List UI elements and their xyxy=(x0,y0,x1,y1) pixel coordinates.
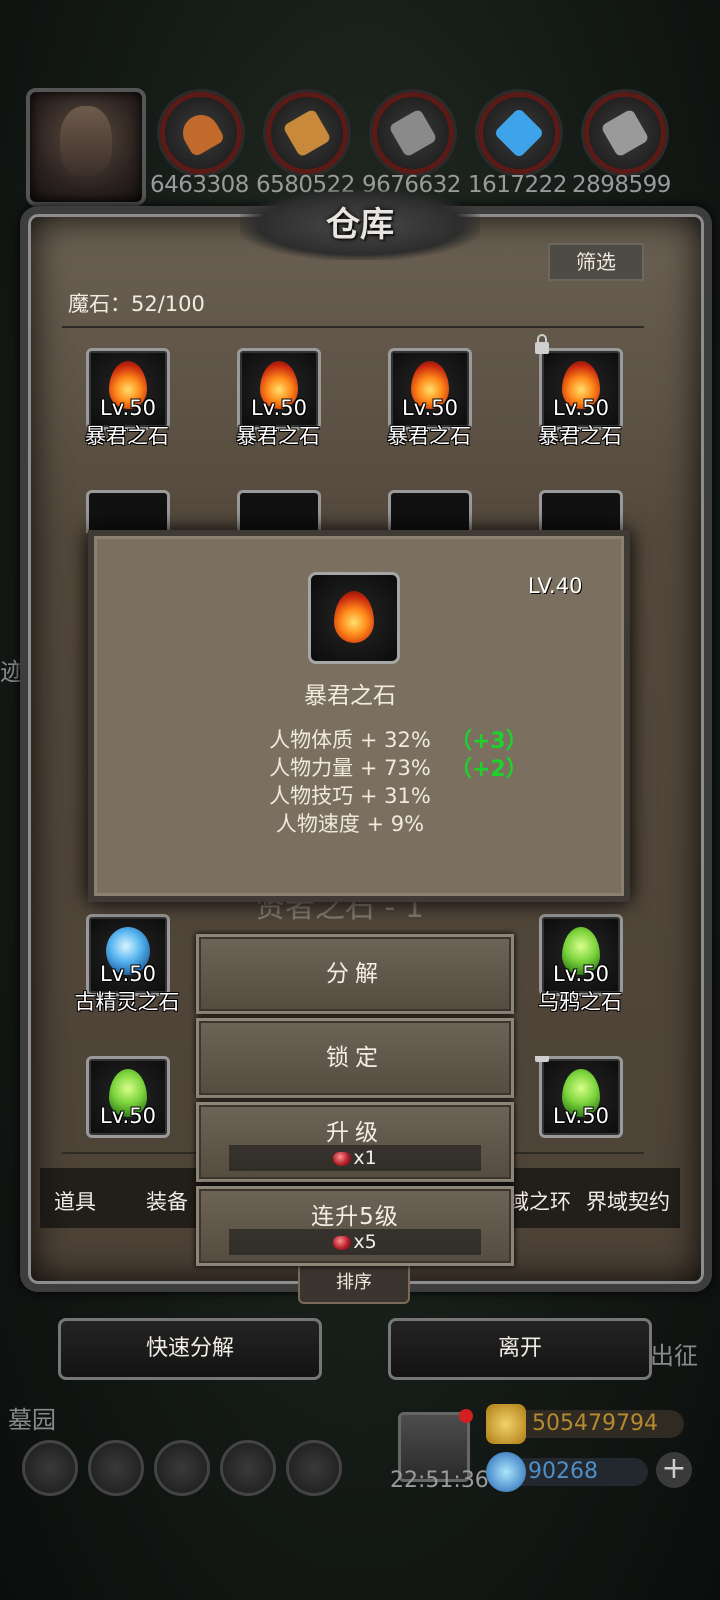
warehouse-title: 仓库 xyxy=(240,190,480,260)
sort-button[interactable]: 排序 xyxy=(298,1262,410,1304)
stone-name: 乌鸦之石 xyxy=(538,990,622,1014)
stat-speed: 人物速度 + 9% xyxy=(275,812,425,836)
upgrade-five-cost: x5 xyxy=(229,1229,481,1255)
stone-name: 古精灵之石 xyxy=(74,990,180,1014)
stone-name: 暴君之石 xyxy=(538,424,622,448)
stone-name: 暴君之石 xyxy=(387,424,471,448)
stat-strength-bonus: （+2） xyxy=(450,757,528,782)
upgrade-cost: x1 xyxy=(229,1145,481,1171)
detail-level: LV.40 xyxy=(528,574,583,598)
decompose-label: 分解 xyxy=(326,961,384,987)
area-label: 墓园 xyxy=(8,1406,56,1434)
upgrade-cost-value: x1 xyxy=(353,1147,377,1169)
handshake-icon[interactable] xyxy=(286,1440,342,1496)
detail-name: 暴君之石 xyxy=(304,683,396,709)
stone-slot[interactable] xyxy=(539,490,623,533)
stone-level: Lv.50 xyxy=(100,962,156,986)
crystal-count: 1617222 xyxy=(468,172,567,198)
notification-dot xyxy=(459,1409,473,1423)
castle-icon[interactable] xyxy=(154,1440,210,1496)
stone-level: Lv.50 xyxy=(553,962,609,986)
ruby-icon xyxy=(333,1235,352,1250)
stone-slot[interactable] xyxy=(237,490,321,533)
ruby-icon xyxy=(333,1151,352,1166)
stone-level: Lv.50 xyxy=(100,396,156,420)
iron-count: 2898599 xyxy=(572,172,671,198)
upgrade-button[interactable]: 升级 x1 xyxy=(196,1102,514,1182)
meat-count: 6463308 xyxy=(150,172,249,198)
stone-level: Lv.50 xyxy=(251,396,307,420)
quick-decompose-button[interactable]: 快速分解 xyxy=(58,1318,322,1380)
upgrade-label: 升级 xyxy=(326,1120,384,1146)
crystal-resource-icon[interactable] xyxy=(478,92,560,174)
lock-icon xyxy=(535,1056,549,1062)
lock-label: 锁定 xyxy=(326,1045,384,1071)
player-avatar[interactable] xyxy=(26,88,146,206)
filter-button[interactable]: 筛选 xyxy=(548,243,644,281)
stone-resource-icon[interactable] xyxy=(372,92,454,174)
add-currency-button[interactable]: + xyxy=(656,1452,692,1488)
stone-slot[interactable]: Lv.50 暴君之石 xyxy=(52,348,202,458)
stone-level: Lv.50 xyxy=(553,396,609,420)
stone-name: 暴君之石 xyxy=(85,424,169,448)
clock-time: 22:51:36 xyxy=(390,1468,489,1493)
stone-slot[interactable]: Lv.50 暴君之石 xyxy=(203,348,353,458)
mail-icon[interactable] xyxy=(220,1440,276,1496)
tab-equipment[interactable]: 装备 xyxy=(146,1186,188,1216)
divider xyxy=(62,326,644,328)
stone-name: 暴君之石 xyxy=(236,424,320,448)
detail-stone-frame xyxy=(308,572,400,664)
settings-icon[interactable] xyxy=(22,1440,78,1496)
tab-items[interactable]: 道具 xyxy=(54,1186,96,1216)
diamond-icon xyxy=(486,1452,526,1492)
stone-slot[interactable]: Lv.50 暴君之石 xyxy=(505,334,655,458)
upgrade-five-cost-value: x5 xyxy=(353,1231,377,1253)
stone-capacity: 魔石：52/100 xyxy=(68,292,205,316)
fire-stone-icon xyxy=(334,591,374,643)
star-icon[interactable] xyxy=(88,1440,144,1496)
stone-level: Lv.50 xyxy=(402,396,458,420)
stone-slot[interactable]: Lv.50 暴君之石 xyxy=(354,348,504,458)
diamond-amount: 90268 xyxy=(528,1459,598,1484)
gold-coin-icon xyxy=(486,1404,526,1444)
meat-resource-icon[interactable] xyxy=(160,92,242,174)
upgrade-five-button[interactable]: 连升5级 x5 xyxy=(196,1186,514,1266)
stat-strength: 人物力量 + 73% xyxy=(269,756,431,780)
lock-icon xyxy=(535,334,549,354)
stone-slot[interactable] xyxy=(388,490,472,533)
stone-slot[interactable]: Lv.50 xyxy=(505,1056,655,1144)
stone-slot[interactable]: Lv.50 xyxy=(52,1056,202,1144)
wood-resource-icon[interactable] xyxy=(266,92,348,174)
stat-constitution: 人物体质 + 32% xyxy=(269,728,431,752)
tab-domain-contract[interactable]: 界域契约 xyxy=(586,1186,670,1216)
stone-slot[interactable] xyxy=(86,490,170,533)
stone-level: Lv.50 xyxy=(100,1104,156,1128)
avatar-face xyxy=(60,106,112,176)
stone-slot[interactable]: Lv.50 乌鸦之石 xyxy=(505,914,655,1024)
side-right-label: 出征 xyxy=(650,1342,698,1370)
iron-resource-icon[interactable] xyxy=(584,92,666,174)
upgrade-five-label: 连升5级 xyxy=(311,1204,399,1230)
stat-skill: 人物技巧 + 31% xyxy=(269,784,431,808)
gold-amount: 505479794 xyxy=(532,1411,658,1436)
stone-level: Lv.50 xyxy=(553,1104,609,1128)
lock-button[interactable]: 锁定 xyxy=(196,1018,514,1098)
decompose-button[interactable]: 分解 xyxy=(196,934,514,1014)
stone-slot[interactable]: Lv.50 古精灵之石 xyxy=(52,914,202,1024)
leave-button[interactable]: 离开 xyxy=(388,1318,652,1380)
tab-domain-ring[interactable]: 域之环 xyxy=(508,1186,571,1216)
